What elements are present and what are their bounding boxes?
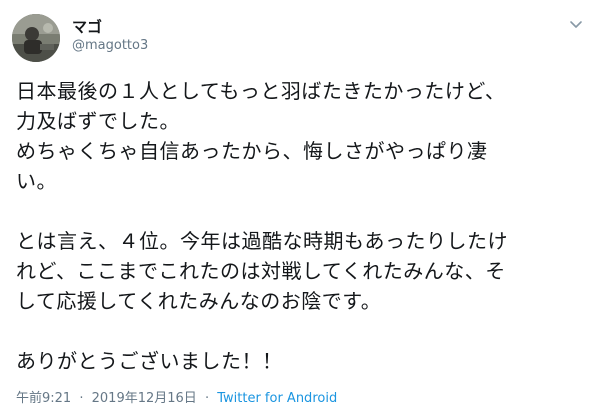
avatar[interactable]	[12, 14, 60, 62]
tweet-text: 日本最後の１人としてもっと羽ばたきたかったけど、 力及ばずでした。 めちゃくちゃ…	[16, 76, 586, 376]
meta-separator: ·	[79, 391, 84, 406]
display-name[interactable]: マゴ	[72, 18, 102, 36]
tweet-date[interactable]: 2019年12月16日	[92, 391, 197, 406]
tweet-line: して応援してくれたみんなのお陰です。	[16, 289, 382, 313]
tweet-line: い。	[16, 169, 57, 193]
tweet-line: 日本最後の１人としてもっと羽ばたきたかったけど、	[16, 79, 506, 103]
tweet-meta: 午前9:21 · 2019年12月16日 · Twitter for Andro…	[16, 391, 337, 407]
tweet-line: れど、ここまでこれたのは対戦してくれたみんな、そ	[16, 259, 506, 283]
meta-separator: ·	[204, 391, 210, 406]
tweet-time[interactable]: 午前9:21	[16, 391, 71, 406]
tweet-line: ありがとうございました！！	[16, 349, 283, 373]
user-handle[interactable]: @magotto3	[72, 38, 148, 54]
tweet-line: めちゃくちゃ自信あったから、悔しさがやっぱり凄	[16, 139, 488, 163]
tweet-card: マゴ @magotto3 日本最後の１人としてもっと羽ばたきたかったけど、 力及…	[0, 0, 595, 415]
tweet-line: とは言え、４位。今年は過酷な時期もあったりしたけ	[16, 229, 508, 253]
tweet-line: 力及ばずでした。	[16, 109, 180, 133]
chevron-down-icon[interactable]	[566, 14, 586, 34]
tweet-client-link[interactable]: Twitter for Android	[217, 391, 337, 406]
